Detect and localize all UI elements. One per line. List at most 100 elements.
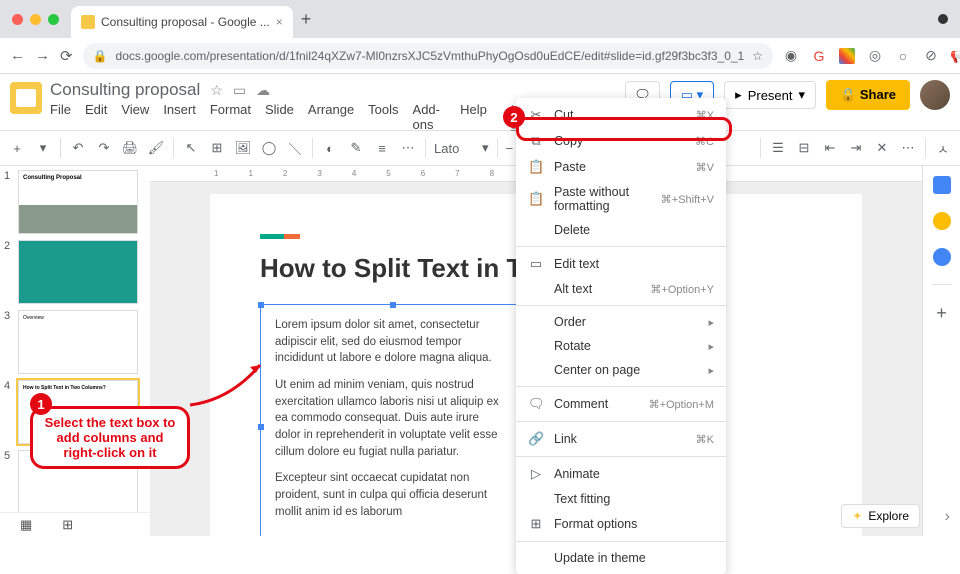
avatar[interactable] <box>920 80 950 110</box>
font-dec[interactable]: − <box>506 141 514 156</box>
menu-tools[interactable]: Tools <box>368 102 398 132</box>
numlist-icon[interactable]: ⊟ <box>795 140 813 156</box>
ctx-order[interactable]: Order▸ <box>516 310 726 334</box>
star-icon[interactable]: ☆ <box>210 82 223 99</box>
browser-tab[interactable]: Consulting proposal - Google ... × <box>71 6 293 38</box>
slide-thumb-2[interactable] <box>18 240 138 304</box>
para[interactable]: Lorem ipsum dolor sit amet, consectetur … <box>275 317 505 367</box>
textbox-icon[interactable]: ⊞ <box>208 140 226 156</box>
list-icon[interactable]: ☰ <box>769 140 787 156</box>
paint-icon[interactable]: 🖌 <box>147 140 165 156</box>
more-icon[interactable]: ⋯ <box>899 140 917 156</box>
filmstrip-view-icon[interactable]: ⊞ <box>62 517 73 532</box>
ctx-comment[interactable]: 🗨Comment⌘+Option+M <box>516 391 726 417</box>
minimize-window[interactable] <box>30 14 41 25</box>
clear-icon[interactable]: ✕ <box>873 140 891 156</box>
add-icon[interactable]: + <box>936 303 947 324</box>
tasks-icon[interactable] <box>933 248 951 266</box>
para[interactable]: Excepteur sint occaecat cupidatat non pr… <box>275 470 505 520</box>
ctx-rotate[interactable]: Rotate▸ <box>516 334 726 358</box>
menu-file[interactable]: File <box>50 102 71 132</box>
ctx-alt-text[interactable]: Alt text⌘+Option+Y <box>516 277 726 301</box>
chevron-down-icon[interactable]: ▾ <box>482 140 489 156</box>
ctx-label: Copy <box>554 134 685 148</box>
ctx-text-fitting[interactable]: Text fitting <box>516 487 726 511</box>
ctx-animate[interactable]: ▷Animate <box>516 461 726 487</box>
menu-insert[interactable]: Insert <box>163 102 196 132</box>
share-button[interactable]: 🔒 Share <box>826 80 910 110</box>
slide-thumb-3[interactable]: Overview <box>18 310 138 374</box>
explore-button[interactable]: ✦Explore <box>841 504 920 528</box>
close-tab-icon[interactable]: × <box>276 15 283 29</box>
maximize-window[interactable] <box>48 14 59 25</box>
star-icon[interactable]: ☆ <box>752 49 763 63</box>
ctx-center-on-page[interactable]: Center on page▸ <box>516 358 726 382</box>
ctx-link[interactable]: 🔗Link⌘K <box>516 426 726 452</box>
ctx-label: Cut <box>554 108 686 122</box>
menu-slide[interactable]: Slide <box>265 102 294 132</box>
selected-textbox[interactable]: Lorem ipsum dolor sit amet, consectetur … <box>260 304 520 536</box>
dash-icon[interactable]: ⋯ <box>399 140 417 156</box>
ctx-delete[interactable]: Delete <box>516 218 726 242</box>
menu-format[interactable]: Format <box>210 102 251 132</box>
shape-icon[interactable]: ◯ <box>260 140 278 156</box>
ext-icon[interactable]: ◎ <box>867 48 883 64</box>
indent-icon[interactable]: ⇥ <box>847 140 865 156</box>
reload-icon[interactable]: ⟳ <box>60 47 73 65</box>
menu-edit[interactable]: Edit <box>85 102 107 132</box>
menu-help[interactable]: Help <box>460 102 487 132</box>
present-button[interactable]: ▸ Present ▾ <box>724 81 816 109</box>
ctx-paste-without-formatting[interactable]: 📋Paste without formatting⌘+Shift+V <box>516 180 726 218</box>
ctx-icon: ⧉ <box>528 133 544 149</box>
expand-icon[interactable]: › <box>945 508 950 526</box>
new-slide-button[interactable]: + <box>8 141 26 156</box>
ext-icon[interactable] <box>839 48 855 64</box>
calendar-icon[interactable] <box>933 176 951 194</box>
ctx-paste[interactable]: 📋Paste⌘V <box>516 154 726 180</box>
weight-icon[interactable]: ≡ <box>373 141 391 156</box>
ext-icon[interactable]: 📢 <box>951 48 960 64</box>
collapse-icon[interactable]: ㅅ <box>934 139 952 158</box>
font-select[interactable]: Lato <box>434 141 474 156</box>
undo-icon[interactable]: ↶ <box>69 140 87 156</box>
new-tab-button[interactable]: + <box>301 9 312 30</box>
menu-view[interactable]: View <box>121 102 149 132</box>
line-icon[interactable]: ＼ <box>286 139 304 158</box>
para[interactable]: Ut enim ad minim veniam, quis nostrud ex… <box>275 377 505 460</box>
ext-icon[interactable]: ◉ <box>783 48 799 64</box>
ctx-edit-text[interactable]: ▭Edit text <box>516 251 726 277</box>
url-input[interactable]: 🔒 docs.google.com/presentation/d/1fnil24… <box>83 43 773 69</box>
ext-icon[interactable]: ○ <box>895 48 911 64</box>
ctx-cut[interactable]: ✂Cut⌘X <box>516 102 726 128</box>
forward-icon[interactable]: → <box>35 47 50 64</box>
print-icon[interactable]: 🖨 <box>121 140 139 156</box>
move-icon[interactable]: ▭ <box>233 82 246 99</box>
ext-icon[interactable]: ⊘ <box>923 48 939 64</box>
cursor-icon[interactable]: ↖ <box>182 140 200 156</box>
keep-icon[interactable] <box>933 212 951 230</box>
accent-bar <box>260 234 300 239</box>
ctx-label: Center on page <box>554 363 698 377</box>
slides-logo[interactable] <box>10 82 42 114</box>
cloud-icon[interactable]: ☁ <box>256 82 270 99</box>
ctx-update-in-theme[interactable]: Update in theme <box>516 546 726 570</box>
grid-view-icon[interactable]: ▦ <box>20 517 32 532</box>
ctx-shortcut: ⌘C <box>695 135 714 148</box>
border-icon[interactable]: ✎ <box>347 140 365 156</box>
profile-icon[interactable] <box>938 14 948 24</box>
slides-header: Consulting proposal ☆ ▭ ☁ File Edit View… <box>0 74 960 130</box>
fill-icon[interactable]: ◐ <box>321 141 339 156</box>
document-title[interactable]: Consulting proposal <box>50 80 200 100</box>
menu-addons[interactable]: Add-ons <box>413 102 447 132</box>
chevron-down-icon[interactable]: ▾ <box>34 140 52 156</box>
menu-arrange[interactable]: Arrange <box>308 102 354 132</box>
slide-thumb-1[interactable]: Consulting Proposal <box>18 170 138 234</box>
redo-icon[interactable]: ↷ <box>95 140 113 156</box>
ctx-copy[interactable]: ⧉ Copy ⌘C <box>516 128 726 154</box>
outdent-icon[interactable]: ⇤ <box>821 140 839 156</box>
ext-icon[interactable]: G <box>811 48 827 64</box>
ctx-format-options[interactable]: ⊞Format options <box>516 511 726 537</box>
image-icon[interactable]: 🖼 <box>234 140 252 156</box>
close-window[interactable] <box>12 14 23 25</box>
back-icon[interactable]: ← <box>10 47 25 64</box>
